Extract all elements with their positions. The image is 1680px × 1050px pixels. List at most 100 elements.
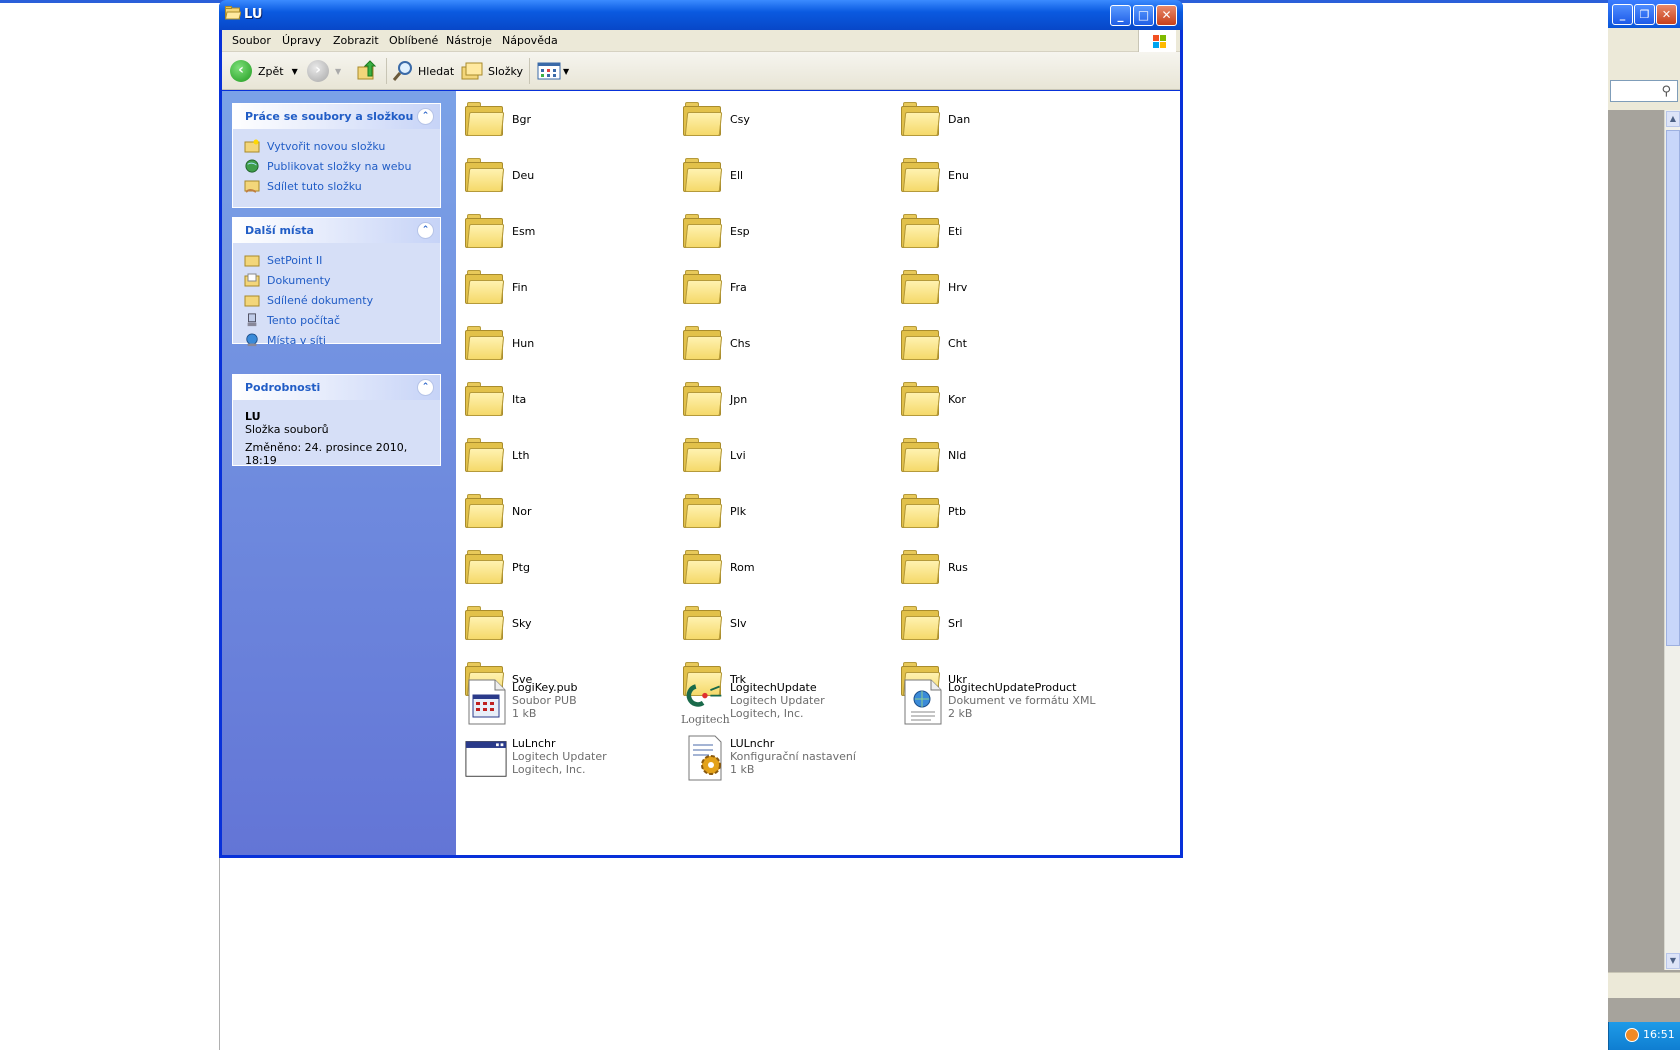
task-pane: Práce se soubory a složkou ⌃ Vytvořit no… (222, 91, 456, 855)
folder-item[interactable]: Rus (895, 541, 1105, 593)
details-header[interactable]: Podrobnosti ⌃ (233, 375, 440, 400)
task-label: Sdílet tuto složku (267, 180, 362, 193)
file-name: LogitechUpdateProduct (948, 681, 1077, 694)
folder-item[interactable]: Cht (895, 317, 1105, 369)
folder-item[interactable]: Ell (677, 149, 887, 201)
up-folder-button[interactable] (356, 59, 378, 83)
folder-item[interactable]: Esp (677, 205, 887, 257)
file-name: LULnchr (730, 737, 775, 750)
toolbar: ‹ Zpět ▼ › ▼ Hledat Složky ▼ (222, 52, 1180, 90)
task-publish-web[interactable]: Publikovat složky na webu (233, 157, 440, 177)
folder-item[interactable]: Fin (459, 261, 669, 313)
folder-item[interactable]: Lvi (677, 429, 887, 481)
folder-icon (465, 270, 505, 304)
folder-item[interactable]: Ita (459, 373, 669, 425)
collapse-icon[interactable]: ⌃ (417, 222, 434, 239)
views-button[interactable]: ▼ (537, 59, 569, 83)
folder-item[interactable]: Lth (459, 429, 669, 481)
task-new-folder[interactable]: Vytvořit novou složku (233, 137, 440, 157)
task-share-folder[interactable]: Sdílet tuto složku (233, 177, 440, 197)
folder-item[interactable]: Csy (677, 93, 887, 145)
windows-logo-icon (1138, 30, 1176, 52)
folder-item[interactable]: Esm (459, 205, 669, 257)
folder-item[interactable]: Deu (459, 149, 669, 201)
folder-item[interactable]: Nor (459, 485, 669, 537)
bg-restore-button[interactable]: ❐ (1634, 4, 1655, 25)
maximize-button[interactable]: □ (1133, 5, 1154, 26)
folder-item[interactable]: Chs (677, 317, 887, 369)
folder-item[interactable]: Nld (895, 429, 1105, 481)
forward-button[interactable]: › ▼ (307, 59, 341, 83)
folder-item[interactable]: Enu (895, 149, 1105, 201)
folders-label: Složky (488, 64, 524, 78)
file-item[interactable]: LogiKey.pub Soubor PUB 1 kB (459, 675, 669, 727)
folder-item[interactable]: Ptb (895, 485, 1105, 537)
minimize-button[interactable]: _ (1110, 5, 1131, 26)
folder-item[interactable]: Bgr (459, 93, 669, 145)
menu-tools[interactable]: Nástroje (446, 34, 492, 47)
folder-item[interactable]: Hrv (895, 261, 1105, 313)
folder-item[interactable]: Sky (459, 597, 669, 649)
folder-item[interactable]: Rom (677, 541, 887, 593)
taskbar-clock[interactable]: 16:51 (1643, 1028, 1675, 1041)
other-places-header[interactable]: Další místa ⌃ (233, 218, 440, 243)
folder-item[interactable]: Fra (677, 261, 887, 313)
folder-item[interactable]: Dan (895, 93, 1105, 145)
title-bar[interactable]: LU _ □ ✕ (219, 0, 1183, 30)
search-button[interactable]: Hledat (392, 59, 454, 83)
bg-minimize-button[interactable]: _ (1612, 4, 1633, 25)
folder-item[interactable]: Jpn (677, 373, 887, 425)
folder-item[interactable]: Plk (677, 485, 887, 537)
folder-label: Nor (512, 505, 532, 518)
file-item[interactable]: LogitechUpdateProduct Dokument ve formátu… (895, 675, 1105, 727)
place-label: SetPoint II (267, 254, 323, 267)
place-shared-documents[interactable]: Sdílené dokumenty (233, 291, 440, 311)
file-detail: 1 kB (512, 707, 537, 720)
folder-label: Enu (948, 169, 969, 182)
back-button[interactable]: ‹ Zpět ▼ (230, 59, 298, 83)
search-label: Hledat (418, 64, 455, 78)
folder-item[interactable]: Ptg (459, 541, 669, 593)
place-network[interactable]: Místa v síti (233, 331, 440, 351)
folder-open-icon (225, 6, 241, 20)
folder-icon (465, 326, 505, 360)
menu-help[interactable]: Nápověda (502, 34, 558, 47)
xml-file-icon (904, 679, 942, 725)
scroll-up-icon[interactable]: ▲ (1666, 111, 1680, 127)
menu-edit[interactable]: Úpravy (282, 34, 321, 47)
bg-close-button[interactable]: ✕ (1656, 4, 1677, 25)
background-search-input[interactable]: ⚲ (1610, 80, 1678, 102)
folder-item[interactable]: Eti (895, 205, 1105, 257)
folder-icon (465, 438, 505, 472)
place-my-computer[interactable]: Tento počítač (233, 311, 440, 331)
folder-item[interactable]: Kor (895, 373, 1105, 425)
place-setpoint[interactable]: SetPoint II (233, 251, 440, 271)
file-item[interactable]: LuLnchr Logitech Updater Logitech, Inc. (459, 731, 669, 783)
details-panel: Podrobnosti ⌃ LU Složka souborů Změněno:… (232, 374, 441, 467)
file-item[interactable]: LULnchr Konfigurační nastavení 1 kB (677, 731, 887, 783)
file-list: Bgr Csy Dan Deu Ell Enu Esm Esp Eti Fin Fra Hrv Hun C… (459, 91, 1180, 855)
folder-label: Kor (948, 393, 966, 406)
scroll-down-icon[interactable]: ▼ (1666, 953, 1680, 969)
collapse-icon[interactable]: ⌃ (417, 379, 434, 396)
folder-item[interactable]: Srl (895, 597, 1105, 649)
close-button[interactable]: ✕ (1156, 5, 1177, 26)
folder-icon (901, 494, 941, 528)
menu-file[interactable]: Soubor (232, 34, 271, 47)
folder-label: Jpn (730, 393, 748, 406)
config-file-icon (688, 735, 722, 781)
folder-item[interactable]: Hun (459, 317, 669, 369)
tray-app-icon[interactable] (1625, 1028, 1639, 1042)
folder-label: Csy (730, 113, 750, 126)
folder-label: Esm (512, 225, 536, 238)
file-tasks-header[interactable]: Práce se soubory a složkou ⌃ (233, 104, 440, 129)
background-scrollbar[interactable]: ▲ ▼ (1664, 110, 1680, 970)
folder-item[interactable]: Slv (677, 597, 887, 649)
folders-button[interactable]: Složky (461, 59, 523, 83)
file-item[interactable]: Logitech LogitechUpdate Logitech Updater Lo… (677, 675, 887, 727)
place-documents[interactable]: Dokumenty (233, 271, 440, 291)
menu-view[interactable]: Zobrazit (333, 34, 379, 47)
scroll-thumb[interactable] (1666, 130, 1680, 646)
menu-favorites[interactable]: Oblíbené (389, 34, 438, 47)
collapse-icon[interactable]: ⌃ (417, 108, 434, 125)
